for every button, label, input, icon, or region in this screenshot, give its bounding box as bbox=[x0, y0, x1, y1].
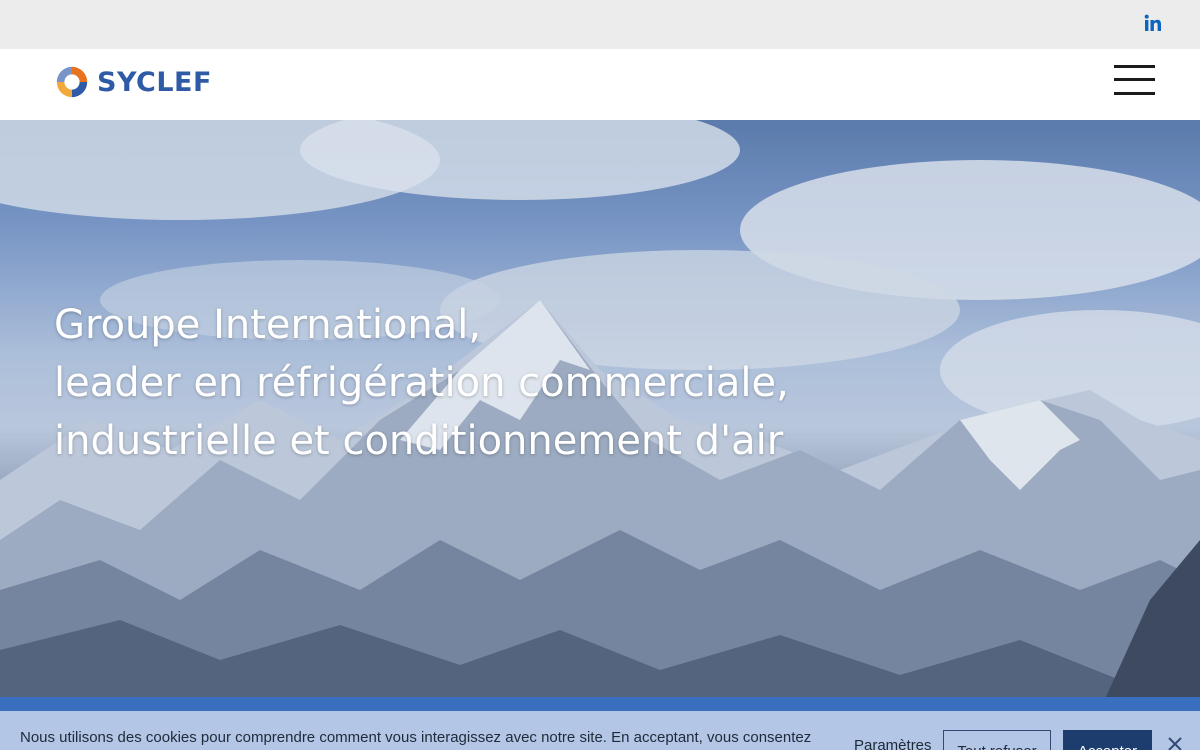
hero-title-line: Groupe International, bbox=[54, 302, 482, 348]
logo[interactable]: SYCLEF bbox=[53, 62, 212, 102]
cookie-banner: Nous utilisons des cookies pour comprend… bbox=[0, 711, 1200, 750]
top-bar bbox=[0, 0, 1200, 49]
hero-title-line: industrielle et conditionnement d'air bbox=[54, 418, 784, 464]
hero-title-line: leader en réfrigération commerciale, bbox=[54, 360, 789, 406]
accept-button[interactable]: Accepter bbox=[1063, 730, 1152, 750]
cookie-settings-link[interactable]: Paramètres bbox=[854, 737, 932, 750]
hero-banner: Groupe International, leader en réfrigér… bbox=[0, 120, 1200, 710]
syclef-logo-icon bbox=[56, 66, 88, 98]
linkedin-icon[interactable] bbox=[1144, 14, 1162, 32]
hero-title: Groupe International, leader en réfrigér… bbox=[54, 296, 954, 470]
cookie-message: Nous utilisons des cookies pour comprend… bbox=[20, 729, 812, 750]
hamburger-menu-icon[interactable] bbox=[1114, 65, 1156, 97]
site-header: SYCLEF bbox=[0, 49, 1200, 120]
close-icon[interactable] bbox=[1167, 736, 1183, 750]
logo-text: SYCLEF bbox=[97, 66, 212, 98]
refuse-all-button[interactable]: Tout refuser bbox=[943, 730, 1051, 750]
